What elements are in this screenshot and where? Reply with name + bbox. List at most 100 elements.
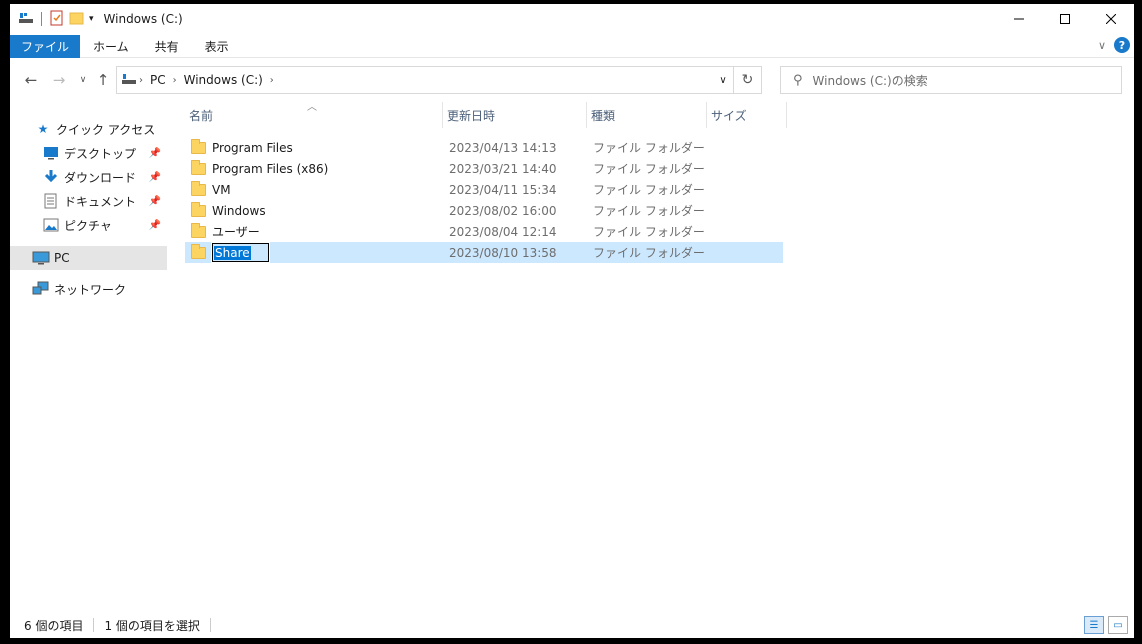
status-separator xyxy=(93,618,95,632)
folder-icon xyxy=(191,201,206,217)
up-icon[interactable]: ↑ xyxy=(92,68,114,92)
nav-label: デスクトップ xyxy=(64,146,137,161)
item-count: 6 個の項目 xyxy=(24,618,84,633)
pin-icon[interactable]: 📌 xyxy=(149,172,161,183)
tab-file[interactable]: ファイル xyxy=(10,34,81,58)
document-icon xyxy=(42,193,60,209)
expand-ribbon-icon[interactable]: ∨ xyxy=(1098,39,1106,52)
nav-downloads[interactable]: ダウンロード 📌 xyxy=(10,166,167,188)
window-title: Windows (C:) xyxy=(103,12,183,26)
window-controls xyxy=(996,4,1134,34)
nav-network[interactable]: ネットワーク xyxy=(10,278,167,300)
drive-icon xyxy=(121,72,137,89)
nav-label: ネットワーク xyxy=(54,282,127,297)
file-type: ファイル フォルダー xyxy=(593,162,705,176)
file-name: VM xyxy=(212,182,231,197)
toolbar-separator xyxy=(41,12,42,26)
nav-label: PC xyxy=(54,251,70,265)
maximize-button[interactable] xyxy=(1042,4,1088,34)
file-type: ファイル フォルダー xyxy=(593,141,705,155)
help-icon[interactable]: ? xyxy=(1114,37,1130,53)
file-type: ファイル フォルダー xyxy=(593,183,705,197)
forward-icon[interactable]: → xyxy=(48,68,70,92)
status-bar: 6 個の項目 1 個の項目を選択 ☰ ▭ xyxy=(10,614,1134,636)
minimize-button[interactable] xyxy=(996,4,1042,34)
pin-icon[interactable]: 📌 xyxy=(149,220,161,231)
properties-icon[interactable] xyxy=(49,10,65,29)
file-date: 2023/04/11 15:34 xyxy=(449,182,557,197)
nav-quick-access[interactable]: ★ クイック アクセス xyxy=(10,118,167,140)
rename-input[interactable]: Share xyxy=(211,242,270,263)
column-header-name[interactable]: 名前 xyxy=(185,102,443,128)
search-box[interactable]: ⚲ Windows (C:)の検索 xyxy=(780,66,1122,94)
column-header-date[interactable]: 更新日時 xyxy=(443,102,587,128)
file-type: ファイル フォルダー xyxy=(593,225,705,239)
navigation-row: ← → ∨ ↑ › PC › Windows (C:) › ∨ ↻ ⚲ Wind… xyxy=(10,66,1134,94)
status-separator xyxy=(209,618,211,632)
file-list: ︿ 名前 更新日時 種類 サイズ Program Files 2023/04/1… xyxy=(185,102,1134,606)
chevron-right-icon[interactable]: › xyxy=(268,75,276,86)
file-date: 2023/08/10 13:58 xyxy=(449,245,557,260)
new-folder-icon[interactable] xyxy=(69,10,85,29)
search-placeholder[interactable]: Windows (C:)の検索 xyxy=(813,72,928,89)
nav-pictures[interactable]: ピクチャ 📌 xyxy=(10,214,167,236)
nav-desktop[interactable]: デスクトップ 📌 xyxy=(10,142,167,164)
table-row[interactable]: ユーザー 2023/08/04 12:14 ファイル フォルダー xyxy=(185,221,783,242)
folder-icon xyxy=(191,222,206,238)
customize-toolbar-icon[interactable]: ▾ xyxy=(89,14,94,24)
nav-documents[interactable]: ドキュメント 📌 xyxy=(10,190,167,212)
selected-count: 1 個の項目を選択 xyxy=(104,618,200,633)
pin-icon[interactable]: 📌 xyxy=(149,196,161,207)
address-bar[interactable]: › PC › Windows (C:) › ∨ ↻ xyxy=(116,66,762,94)
view-buttons: ☰ ▭ xyxy=(1084,616,1128,634)
tab-home[interactable]: ホーム xyxy=(80,35,142,58)
title-bar: ▾ Windows (C:) xyxy=(10,4,1134,34)
folder-icon xyxy=(191,159,206,175)
file-date: 2023/03/21 14:40 xyxy=(449,161,557,176)
refresh-icon[interactable]: ↻ xyxy=(733,67,761,93)
network-icon xyxy=(32,281,50,297)
table-row[interactable]: Windows 2023/08/02 16:00 ファイル フォルダー xyxy=(185,200,783,221)
drive-icon xyxy=(18,11,34,28)
folder-icon xyxy=(191,138,206,154)
nav-label: ドキュメント xyxy=(64,194,137,209)
file-date: 2023/04/13 14:13 xyxy=(449,140,557,155)
pin-icon[interactable]: 📌 xyxy=(149,148,161,159)
file-type: ファイル フォルダー xyxy=(593,246,705,260)
ribbon-tabs: ファイル ホーム 共有 表示 ∨ ? xyxy=(10,34,1134,58)
computer-icon xyxy=(32,250,50,266)
chevron-right-icon[interactable]: › xyxy=(171,75,179,86)
file-name: Program Files xyxy=(212,140,293,155)
details-view-icon[interactable]: ☰ xyxy=(1084,616,1104,634)
file-type: ファイル フォルダー xyxy=(593,204,705,218)
folder-icon xyxy=(191,180,206,196)
nav-label: ピクチャ xyxy=(64,218,112,233)
file-name[interactable]: Share xyxy=(214,245,251,260)
column-header-type[interactable]: 種類 xyxy=(587,102,707,128)
tab-view[interactable]: 表示 xyxy=(192,35,242,58)
recent-locations-icon[interactable]: ∨ xyxy=(72,68,94,92)
ribbon-right-controls: ∨ ? xyxy=(1098,37,1130,53)
close-button[interactable] xyxy=(1088,4,1134,34)
large-icons-view-icon[interactable]: ▭ xyxy=(1108,616,1128,634)
star-icon: ★ xyxy=(37,122,49,136)
nav-pc[interactable]: PC xyxy=(10,246,167,270)
chevron-down-icon[interactable]: ∨ xyxy=(713,67,733,93)
nav-label: ダウンロード xyxy=(64,170,137,185)
chevron-right-icon[interactable]: › xyxy=(137,75,145,86)
folder-icon xyxy=(191,243,206,259)
pictures-icon xyxy=(42,217,60,233)
file-name: ユーザー xyxy=(212,225,260,239)
table-row[interactable]: VM 2023/04/11 15:34 ファイル フォルダー xyxy=(185,179,783,200)
table-row[interactable]: Program Files 2023/04/13 14:13 ファイル フォルダ… xyxy=(185,137,783,158)
tab-share[interactable]: 共有 xyxy=(142,35,192,58)
nav-label: クイック アクセス xyxy=(56,122,156,137)
back-icon[interactable]: ← xyxy=(20,68,42,92)
table-row-selected[interactable]: Share 2023/08/10 13:58 ファイル フォルダー xyxy=(185,242,783,263)
breadcrumb-pc[interactable]: PC xyxy=(145,73,171,87)
explorer-window: ▾ Windows (C:) ファイル ホーム 共有 表示 ∨ ? ← → ∨ xyxy=(10,4,1134,638)
column-header-size[interactable]: サイズ xyxy=(707,102,787,128)
desktop-icon xyxy=(42,145,60,161)
table-row[interactable]: Program Files (x86) 2023/03/21 14:40 ファイ… xyxy=(185,158,783,179)
breadcrumb-drive[interactable]: Windows (C:) xyxy=(179,73,268,87)
